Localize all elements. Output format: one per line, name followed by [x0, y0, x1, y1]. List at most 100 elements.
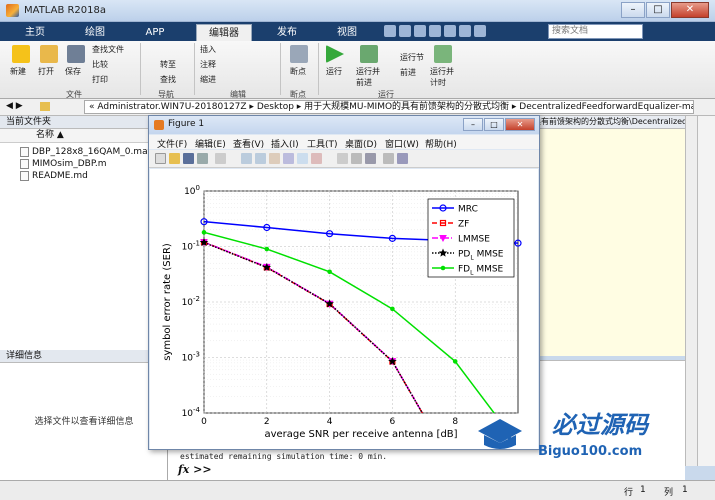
legend-marker: [440, 265, 446, 271]
menu-tools[interactable]: 工具(T): [307, 137, 338, 150]
run-section-button[interactable]: 运行节: [400, 52, 424, 63]
menu-edit[interactable]: 编辑(E): [195, 137, 226, 150]
md-file-icon: [20, 171, 29, 181]
menu-help[interactable]: 帮助(H): [425, 137, 457, 150]
new-button[interactable]: 新建: [10, 66, 26, 77]
print-figure-icon[interactable]: [197, 153, 208, 164]
run-time-icon[interactable]: [434, 45, 452, 63]
insert-button[interactable]: 插入: [200, 44, 216, 55]
current-folder-path[interactable]: « Administrator.WIN7U-20180127Z ▸ Deskto…: [84, 100, 694, 114]
minimize-button[interactable]: –: [621, 2, 645, 18]
divider: [280, 43, 281, 95]
editor-tab[interactable]: 具有前馈架构的分散式均衡\DecentralizedFe...: [530, 116, 685, 129]
goto-button[interactable]: 转至: [160, 59, 176, 70]
save-figure-icon[interactable]: [183, 153, 194, 164]
breakpoints-button[interactable]: 断点: [290, 66, 306, 77]
command-prompt[interactable]: fx >>: [178, 463, 212, 476]
save-quick-icon[interactable]: [384, 25, 396, 37]
x-axis-label: average SNR per receive antenna [dB]: [264, 429, 457, 440]
menu-file[interactable]: 文件(F): [157, 137, 187, 150]
run-advance-icon[interactable]: [360, 45, 378, 63]
menu-insert[interactable]: 插入(I): [271, 137, 299, 150]
open-figure-icon[interactable]: [169, 153, 180, 164]
x-tick-label: 4: [327, 417, 333, 427]
tab-view[interactable]: 视图: [326, 24, 368, 41]
tab-home[interactable]: 主页: [14, 24, 56, 41]
nav-back-icon[interactable]: ◀ ▶: [6, 101, 23, 111]
zoom-out-icon[interactable]: [255, 153, 266, 164]
find-button[interactable]: 查找: [160, 74, 176, 85]
m-file-icon: [20, 159, 29, 169]
tab-plots[interactable]: 绘图: [74, 24, 116, 41]
open-button[interactable]: 打开: [38, 66, 54, 77]
watermark-brand: 必过源码: [552, 411, 650, 439]
rotate-icon[interactable]: [283, 153, 294, 164]
copy-quick-icon[interactable]: [414, 25, 426, 37]
save-icon[interactable]: [67, 45, 85, 63]
menu-view[interactable]: 查看(V): [233, 137, 264, 150]
indent-button[interactable]: 缩进: [200, 74, 216, 85]
link-plot-icon[interactable]: [337, 153, 348, 164]
tab-apps[interactable]: APP: [134, 24, 176, 41]
editor-pane[interactable]: [530, 116, 685, 356]
close-button[interactable]: ✕: [671, 2, 709, 18]
redo-quick-icon[interactable]: [459, 25, 471, 37]
colorbar-icon[interactable]: [351, 153, 362, 164]
data-point: [264, 246, 270, 252]
print-button[interactable]: 打印: [92, 74, 108, 85]
menu-window[interactable]: 窗口(W): [385, 137, 419, 150]
comment-button[interactable]: 注释: [200, 59, 216, 70]
open-icon[interactable]: [40, 45, 58, 63]
maximize-button[interactable]: □: [646, 2, 670, 18]
y-tick-label: 10-2: [182, 295, 200, 308]
help-quick-icon[interactable]: [474, 25, 486, 37]
undo-quick-icon[interactable]: [444, 25, 456, 37]
brush-icon[interactable]: [311, 153, 322, 164]
legend-entry: ZF: [458, 220, 469, 230]
file-item[interactable]: DBP_128x8_16QAM_0.mat: [20, 147, 151, 157]
search-documentation-input[interactable]: 搜索文档: [548, 24, 643, 39]
editor-scrollbar[interactable]: [685, 116, 697, 466]
x-tick-label: 2: [264, 417, 270, 427]
cut-quick-icon[interactable]: [399, 25, 411, 37]
figure-minimize-button[interactable]: –: [463, 118, 483, 131]
find-files-button[interactable]: 查找文件: [92, 44, 124, 55]
compare-button[interactable]: 比较: [92, 59, 108, 70]
run-advance-button[interactable]: 运行并 前进: [356, 66, 380, 88]
folder-icon[interactable]: [40, 102, 50, 111]
data-cursor-icon[interactable]: [297, 153, 308, 164]
watermark-logo: 必过源码 Biguo100.com: [478, 411, 650, 459]
figure-title: Figure 1: [168, 119, 205, 129]
tab-editor[interactable]: 编辑器: [196, 24, 252, 41]
menu-desktop[interactable]: 桌面(D): [345, 137, 377, 150]
hide-plot-tools-icon[interactable]: [383, 153, 394, 164]
run-and-time-button[interactable]: 运行并 计时: [430, 66, 454, 88]
figure-title-bar[interactable]: Figure 1 – □ ✕: [149, 116, 539, 134]
advance-button[interactable]: 前进: [400, 67, 416, 78]
run-icon[interactable]: [326, 45, 344, 63]
new-figure-icon[interactable]: [155, 153, 166, 164]
zoom-in-icon[interactable]: [241, 153, 252, 164]
save-button[interactable]: 保存: [65, 66, 81, 77]
tab-publish[interactable]: 发布: [266, 24, 308, 41]
panel-title: 当前文件夹: [0, 116, 168, 129]
pointer-icon[interactable]: [215, 153, 226, 164]
figure-maximize-button[interactable]: □: [484, 118, 504, 131]
breakpoints-icon[interactable]: [290, 45, 308, 63]
figure-close-button[interactable]: ✕: [505, 118, 535, 131]
new-icon[interactable]: [12, 45, 30, 63]
pan-icon[interactable]: [269, 153, 280, 164]
file-item[interactable]: README.md: [20, 171, 88, 181]
paste-quick-icon[interactable]: [429, 25, 441, 37]
col-number: 1: [682, 485, 688, 495]
y-tick-label: 10-3: [182, 351, 200, 364]
column-header-name[interactable]: 名称 ▲: [0, 129, 168, 143]
run-button[interactable]: 运行: [326, 66, 342, 77]
legend-icon[interactable]: [365, 153, 376, 164]
show-plot-tools-icon[interactable]: [397, 153, 408, 164]
figure-icon: [154, 120, 164, 130]
ribbon-tabs: 主页 绘图 APP 编辑器 发布 视图 搜索文档: [0, 22, 715, 41]
figure-window[interactable]: Figure 1 – □ ✕ 文件(F) 编辑(E) 查看(V) 插入(I) 工…: [148, 115, 540, 450]
file-item[interactable]: MIMOsim_DBP.m: [20, 159, 106, 169]
details-title: 详细信息: [0, 350, 168, 363]
